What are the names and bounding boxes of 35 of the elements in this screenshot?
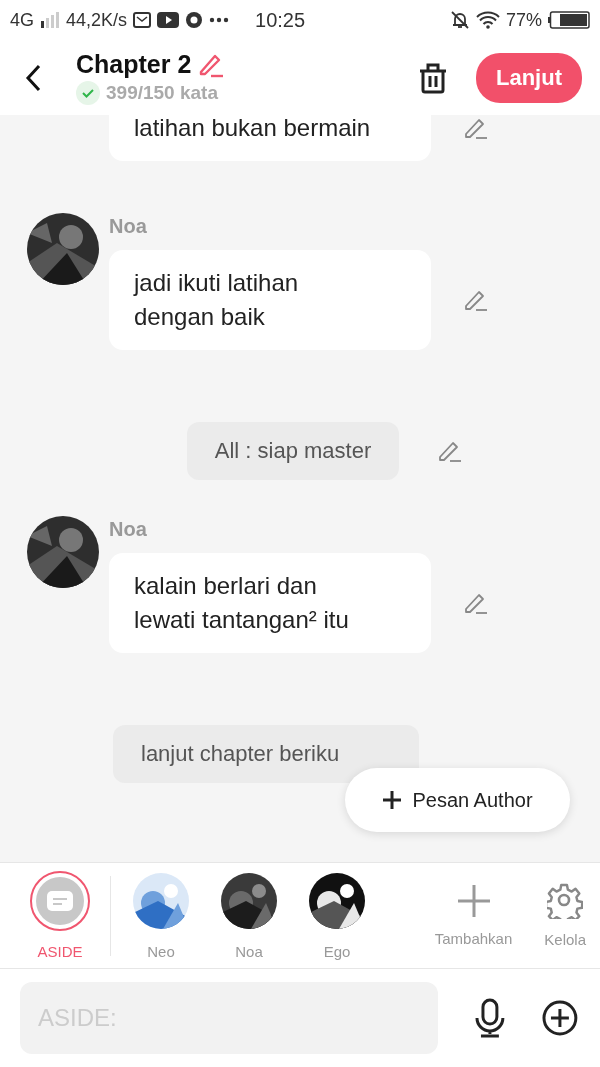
settings-icon[interactable]: [547, 883, 584, 919]
network-speed: 44,2K/s: [66, 9, 128, 31]
next-button[interactable]: Lanjut: [476, 52, 582, 103]
chapter-title: Chapter 2: [76, 50, 192, 79]
browser-icon: [185, 11, 204, 29]
aside-bubble[interactable]: All : siap master: [186, 422, 400, 480]
speaker-name: Noa: [109, 215, 148, 238]
battery-icon: [548, 11, 590, 29]
more-icon: [209, 17, 230, 23]
bell-off-icon: [449, 10, 470, 30]
add-circle-icon[interactable]: [542, 1000, 578, 1036]
play-icon: [157, 12, 180, 28]
signal-icon: [40, 12, 60, 28]
add-character-button[interactable]: Tambahkan: [434, 884, 513, 947]
mail-icon: [133, 12, 152, 28]
word-count: 399/150 kata: [106, 82, 218, 104]
trash-icon[interactable]: [418, 61, 448, 94]
speaker-name: Noa: [109, 518, 148, 541]
edit-icon[interactable]: [463, 116, 489, 140]
network-label: 4G: [10, 9, 34, 31]
message-bubble[interactable]: latihan bukan bermain: [109, 115, 431, 161]
aside-bubble[interactable]: lanjut chapter beriku: [113, 725, 420, 783]
microphone-icon[interactable]: [474, 998, 507, 1038]
message-bubble[interactable]: jadi ikuti latihan dengan baik: [109, 250, 431, 350]
edit-icon[interactable]: [437, 439, 464, 463]
battery-percent: 77%: [505, 9, 542, 31]
message-bubble[interactable]: kalain berlari dan lewati tantangan² itu: [109, 553, 431, 653]
clock: 10:25: [255, 8, 306, 32]
check-icon: [76, 81, 100, 105]
manage-button[interactable]: Kelola: [544, 883, 586, 948]
author-message-button[interactable]: Pesan Author: [345, 768, 570, 832]
wifi-icon: [475, 11, 500, 29]
edit-icon[interactable]: [463, 288, 489, 312]
plus-icon[interactable]: [382, 790, 403, 810]
edit-icon[interactable]: [463, 591, 489, 615]
